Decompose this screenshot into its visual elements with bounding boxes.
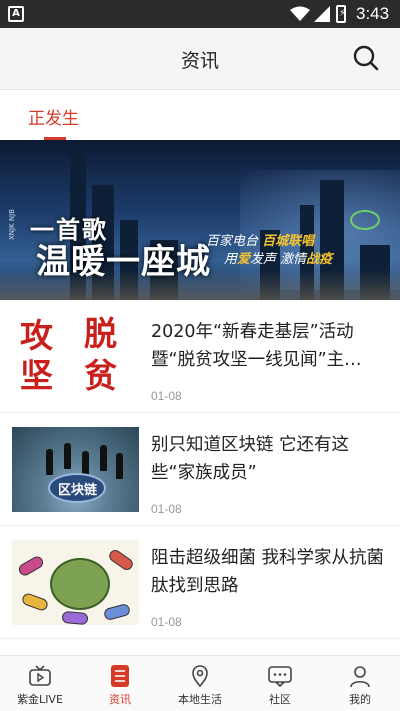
news-item[interactable]: 区块链 别只知道区块链 它还有这些“家族成员” 01-08 xyxy=(0,413,400,526)
nav-item-local-life[interactable]: 本地生活 xyxy=(160,656,240,711)
signal-icon xyxy=(314,6,330,22)
news-thumbnail: 区块链 xyxy=(12,427,139,512)
pill-illustration xyxy=(106,547,136,573)
figure-silhouette xyxy=(46,449,53,475)
news-item[interactable]: 攻 脱 坚 贫 2020年“新春走基层”活动暨“脱贫攻坚一线见闻”主… 01-0… xyxy=(0,300,400,413)
banner-tagline-2: 用爱发声 激情战疫 xyxy=(224,252,333,267)
thumb-label: 区块链 xyxy=(58,483,98,498)
banner-vertical-text: XNJK NJB xyxy=(8,208,16,240)
page-title: 资讯 xyxy=(180,50,219,72)
status-time: 3:43 xyxy=(356,4,390,23)
thumb-char: 贫 xyxy=(84,356,117,395)
person-icon xyxy=(350,666,370,688)
bottom-nav: 紫金LIVE 资讯 本地生活 社区 我的 xyxy=(0,655,400,711)
banner-headline-2: 温暖一座城 xyxy=(36,242,211,282)
news-title: 阻击超级细菌 我科学家从抗菌肽找到思路 xyxy=(151,548,385,596)
chat-bubble-icon xyxy=(268,666,292,688)
news-title: 别只知道区块链 它还有这些“家族成员” xyxy=(151,435,350,483)
news-list-icon xyxy=(111,665,129,687)
location-pin-icon xyxy=(192,665,208,688)
app-header: 资讯 xyxy=(0,28,400,90)
category-tabs: 正发生 xyxy=(0,90,400,140)
thumb-char: 坚 xyxy=(20,356,53,395)
pill-illustration xyxy=(20,591,50,613)
banner-tagline-1: 百家电台 百城联唱 xyxy=(206,234,315,249)
news-title: 2020年“新春走基层”活动暨“脱贫攻坚一线见闻”主… xyxy=(151,322,362,370)
nav-label: 社区 xyxy=(269,693,291,706)
pill-illustration xyxy=(16,554,46,578)
figure-silhouette xyxy=(64,443,71,469)
thumb-char: 脱 xyxy=(84,314,117,353)
news-thumbnail: 攻 脱 坚 贫 xyxy=(12,314,139,399)
poster-thumbnail: 攻 脱 坚 贫 xyxy=(12,314,139,399)
germ-illustration xyxy=(50,558,110,610)
battery-charging-icon: ⚡ xyxy=(336,5,346,23)
news-date: 01-08 xyxy=(151,502,182,516)
nav-label: 我的 xyxy=(349,693,371,706)
pill-illustration xyxy=(102,602,132,622)
app-notification-icon: A xyxy=(8,6,24,22)
nav-item-community[interactable]: 社区 xyxy=(240,656,320,711)
nav-item-me[interactable]: 我的 xyxy=(320,656,400,711)
promo-banner[interactable]: XNJK NJB 一首歌 温暖一座城 百家电台 百城联唱 用爱发声 激情战疫 xyxy=(0,140,400,300)
nav-label: 紫金LIVE xyxy=(17,693,63,706)
figure-silhouette xyxy=(116,453,123,479)
bacteria-cartoon-thumbnail xyxy=(12,540,139,625)
search-icon[interactable] xyxy=(352,44,380,72)
blockchain-thumbnail: 区块链 xyxy=(12,427,139,512)
thumb-char: 攻 xyxy=(20,316,53,355)
news-thumbnail xyxy=(12,540,139,625)
figure-silhouette xyxy=(100,445,107,471)
news-item[interactable]: 阻击超级细菌 我科学家从抗菌肽找到思路 01-08 xyxy=(0,526,400,639)
nav-label: 资讯 xyxy=(109,693,131,706)
news-date: 01-08 xyxy=(151,615,182,629)
nav-label: 本地生活 xyxy=(178,693,222,706)
nav-item-news[interactable]: 资讯 xyxy=(80,656,160,711)
pill-illustration xyxy=(61,610,89,625)
tv-icon xyxy=(29,665,51,686)
status-bar: A ⚡ 3:43 xyxy=(0,0,400,28)
wifi-icon xyxy=(290,6,310,21)
news-date: 01-08 xyxy=(151,389,182,403)
station-logo-icon xyxy=(350,210,380,230)
nav-item-live[interactable]: 紫金LIVE xyxy=(0,656,80,711)
tab-zhengfasheng[interactable]: 正发生 xyxy=(28,104,79,129)
